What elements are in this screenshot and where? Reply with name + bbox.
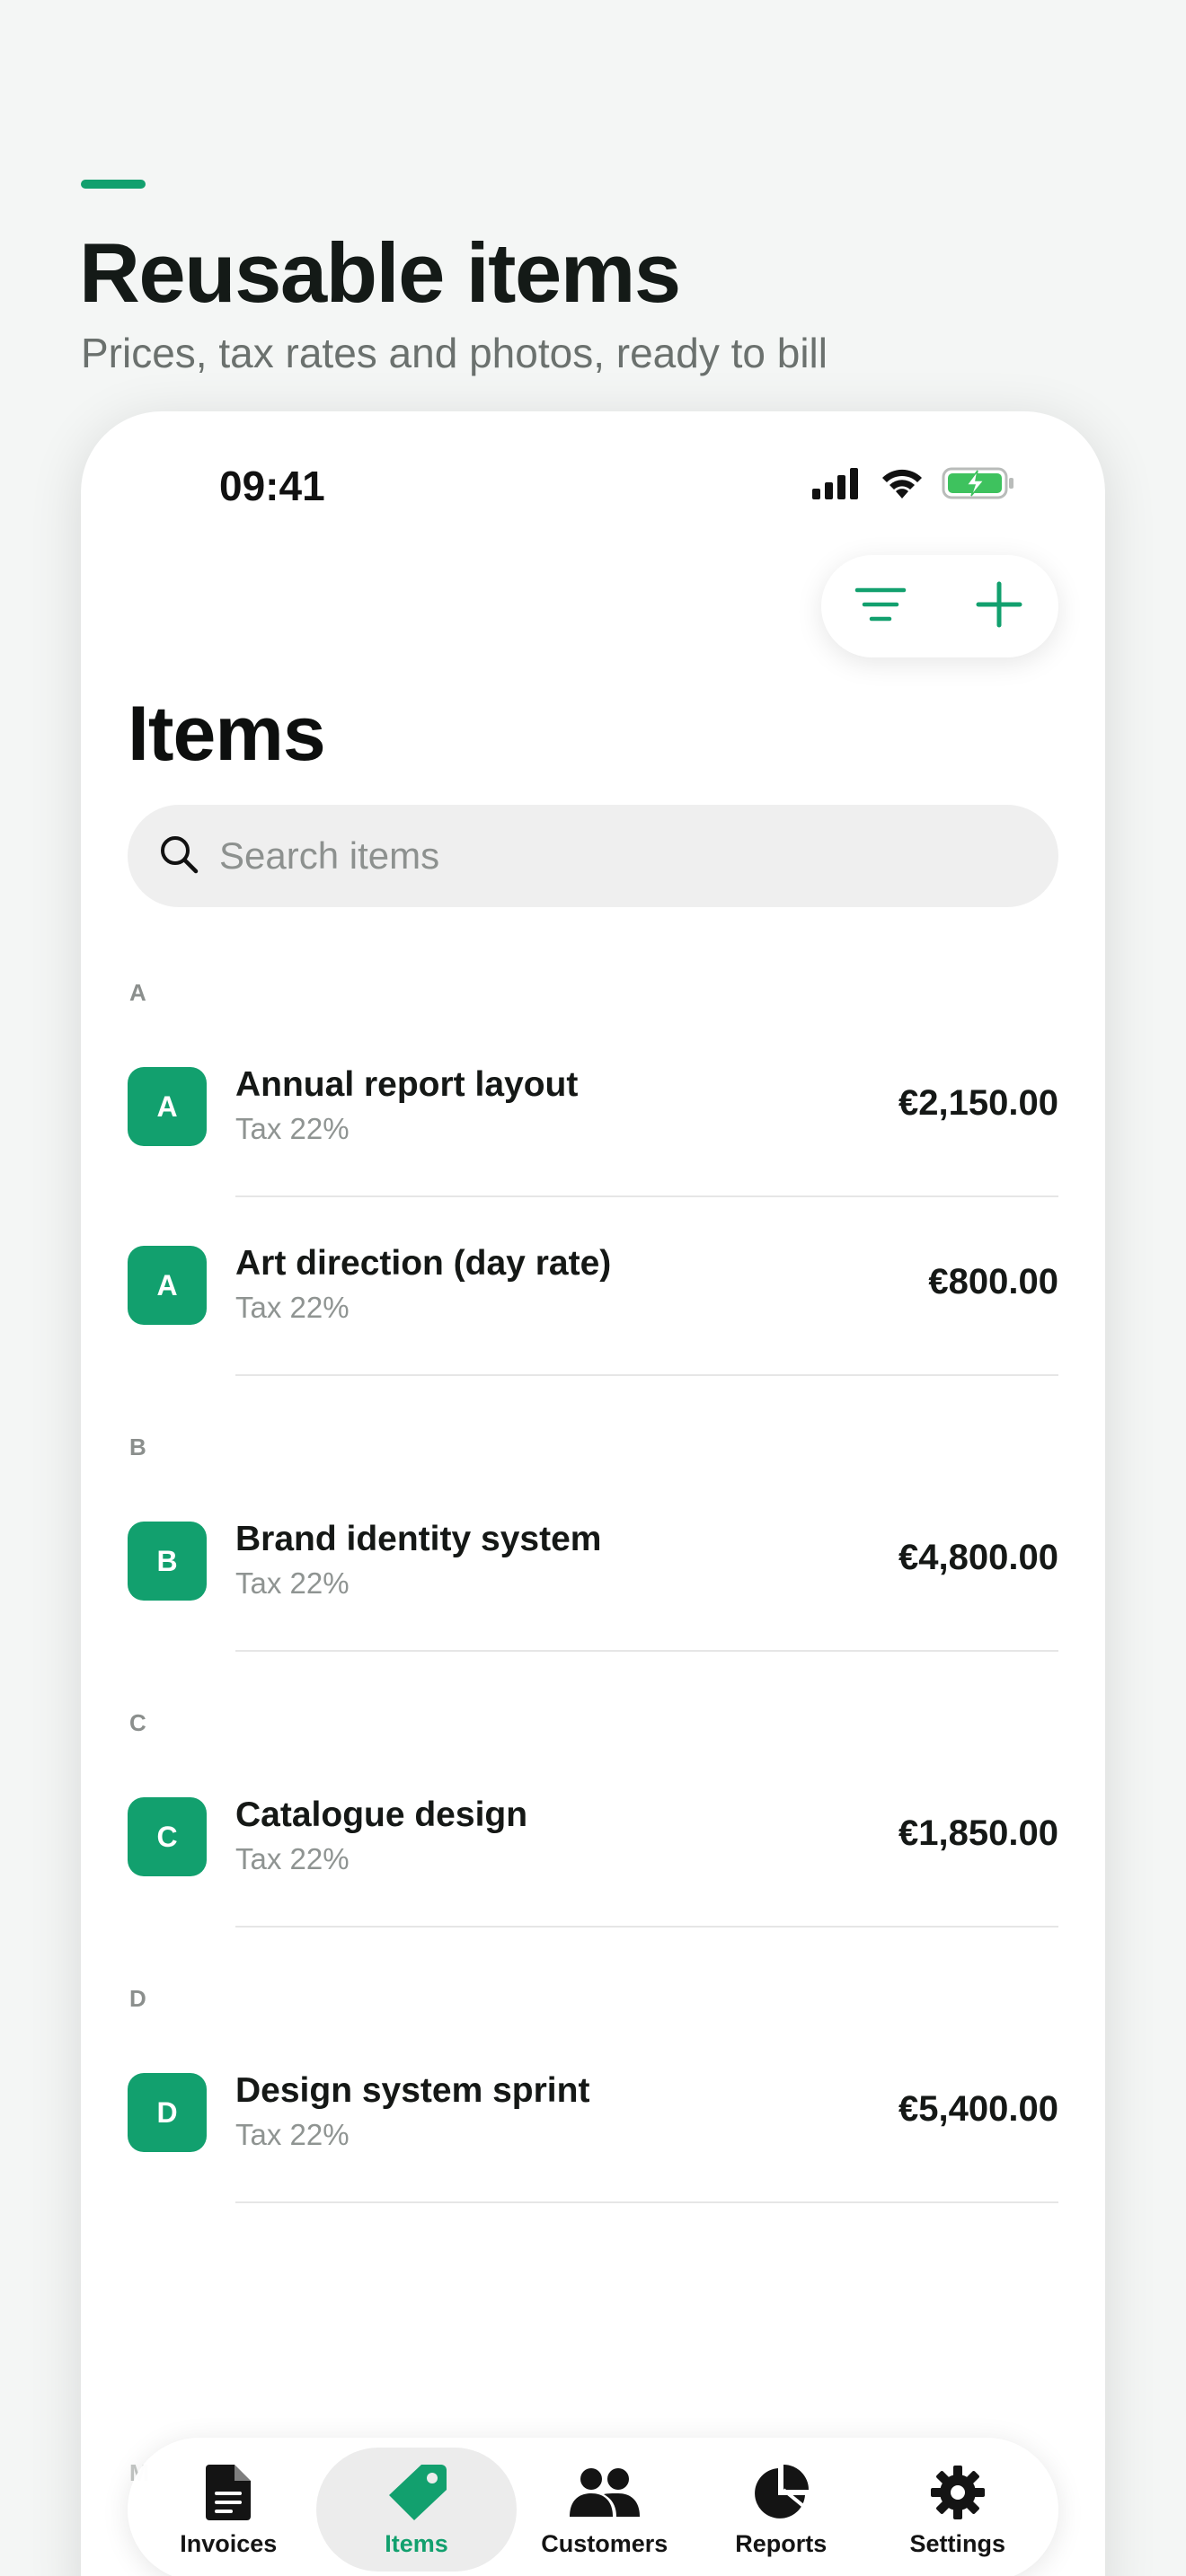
phone-frame: 09:41 Items Search items A A Annual repo… xyxy=(81,411,1105,2576)
item-price: €4,800.00 xyxy=(898,1538,1058,1577)
item-avatar: B xyxy=(128,1522,207,1601)
list-item[interactable]: D Design system sprint Tax 22% €5,400.00 xyxy=(81,2025,1105,2203)
tab-label: Invoices xyxy=(180,2529,278,2557)
items-list: A A Annual report layout Tax 22% €2,150.… xyxy=(81,950,1105,2203)
divider xyxy=(235,1374,1058,1376)
section-d: D D Design system sprint Tax 22% €5,400.… xyxy=(81,1956,1105,2203)
tab-items[interactable]: Items xyxy=(316,2448,517,2572)
section-c: C C Catalogue design Tax 22% €1,850.00 xyxy=(81,1681,1105,1928)
item-name: Design system sprint xyxy=(235,2071,590,2110)
item-price: €5,400.00 xyxy=(898,2089,1058,2129)
page-title: Items xyxy=(128,691,326,777)
cellular-signal-icon xyxy=(810,467,863,504)
section-a: A A Annual report layout Tax 22% €2,150.… xyxy=(81,950,1105,1376)
search-icon xyxy=(158,834,199,879)
search-input[interactable] xyxy=(219,834,1028,878)
wifi-icon xyxy=(879,466,925,505)
section-header: C xyxy=(129,1709,146,1736)
item-name: Brand identity system xyxy=(235,1520,602,1558)
hero-subtitle: Prices, tax rates and photos, ready to b… xyxy=(81,330,828,376)
item-avatar: D xyxy=(128,2073,207,2152)
item-tax: Tax 22% xyxy=(235,1291,350,1324)
plus-icon xyxy=(976,581,1022,632)
add-item-button[interactable] xyxy=(959,566,1040,647)
section-header: B xyxy=(129,1434,146,1460)
item-price: €800.00 xyxy=(928,1262,1058,1301)
list-item[interactable]: A Annual report layout Tax 22% €2,150.00 xyxy=(81,1019,1105,1197)
item-price: €1,850.00 xyxy=(898,1813,1058,1853)
item-name: Catalogue design xyxy=(235,1795,528,1834)
divider xyxy=(235,1650,1058,1652)
tab-label: Settings xyxy=(909,2529,1005,2557)
item-name: Annual report layout xyxy=(235,1065,579,1104)
list-item[interactable]: B Brand identity system Tax 22% €4,800.0… xyxy=(81,1473,1105,1652)
list-item[interactable]: A Art direction (day rate) Tax 22% €800.… xyxy=(81,1197,1105,1376)
battery-charging-icon xyxy=(942,465,1015,506)
divider xyxy=(235,2201,1058,2203)
tab-label: Reports xyxy=(735,2529,828,2557)
tab-settings[interactable]: Settings xyxy=(869,2448,1045,2572)
tab-bar: Invoices Items Customers Reports Setting… xyxy=(128,2438,1058,2576)
item-avatar: A xyxy=(128,1067,207,1146)
tag-icon xyxy=(385,2462,448,2523)
filter-button[interactable] xyxy=(840,566,921,647)
status-icons xyxy=(810,465,1015,506)
item-price: €2,150.00 xyxy=(898,1083,1058,1123)
tab-label: Items xyxy=(385,2529,448,2557)
search-bar[interactable] xyxy=(128,805,1058,907)
people-icon xyxy=(568,2462,642,2523)
item-tax: Tax 22% xyxy=(235,1566,350,1600)
toolbar-pill xyxy=(821,555,1058,657)
tab-reports[interactable]: Reports xyxy=(693,2448,869,2572)
tab-label: Customers xyxy=(541,2529,668,2557)
section-header: A xyxy=(129,979,146,1006)
status-time: 09:41 xyxy=(219,463,325,509)
tab-customers[interactable]: Customers xyxy=(517,2448,693,2572)
pie-chart-icon xyxy=(751,2462,810,2523)
list-item[interactable]: C Catalogue design Tax 22% €1,850.00 xyxy=(81,1749,1105,1928)
item-tax: Tax 22% xyxy=(235,1842,350,1875)
item-tax: Tax 22% xyxy=(235,2118,350,2151)
item-name: Art direction (day rate) xyxy=(235,1244,612,1283)
item-avatar: A xyxy=(128,1246,207,1325)
item-tax: Tax 22% xyxy=(235,1112,350,1145)
gear-icon xyxy=(929,2462,987,2523)
document-icon xyxy=(204,2462,252,2523)
section-header: D xyxy=(129,1985,146,2012)
item-avatar: C xyxy=(128,1797,207,1876)
accent-bar xyxy=(81,180,146,189)
section-b: B B Brand identity system Tax 22% €4,800… xyxy=(81,1405,1105,1652)
divider xyxy=(235,1926,1058,1928)
tab-invoices[interactable]: Invoices xyxy=(140,2448,316,2572)
filter-lines-icon xyxy=(854,586,907,628)
hero-title: Reusable items xyxy=(79,225,681,320)
